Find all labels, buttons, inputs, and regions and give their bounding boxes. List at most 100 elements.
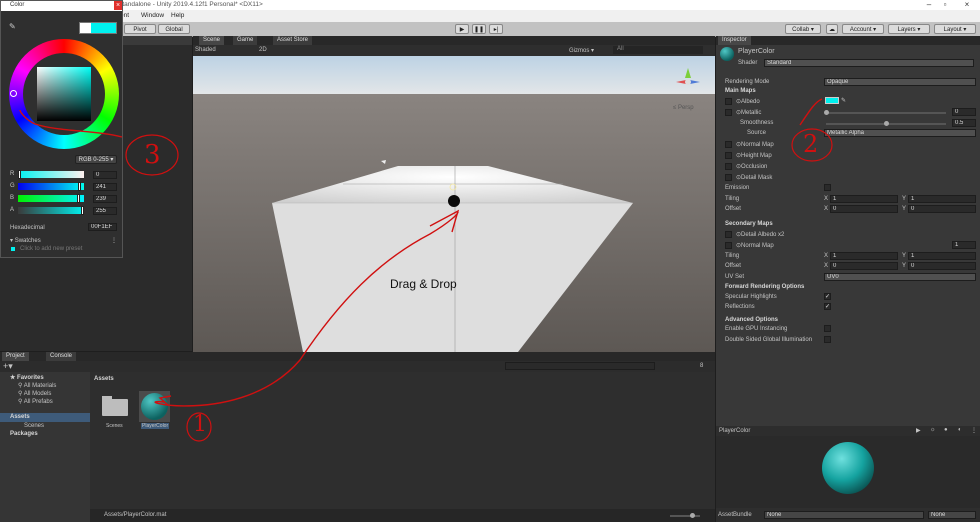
assetbundle-variant-dropdown[interactable]: None	[928, 511, 976, 519]
create-button[interactable]: +▾	[3, 361, 13, 372]
pivot-button[interactable]: Pivot	[124, 24, 156, 34]
tab-game[interactable]: Game	[233, 36, 258, 45]
emission-checkbox[interactable]	[824, 184, 831, 191]
metallic-texture-slot[interactable]	[725, 109, 732, 116]
preview-shape-icon[interactable]: ●	[944, 427, 948, 433]
tree-item-packages[interactable]: Packages	[10, 431, 38, 437]
swatch-preset[interactable]	[11, 247, 15, 251]
source-dropdown[interactable]: Metallic Alpha	[824, 129, 976, 137]
asset-breadcrumb[interactable]: Assets	[94, 376, 114, 382]
channel-slider-r[interactable]	[18, 171, 84, 178]
albedo-color-field[interactable]	[825, 97, 839, 104]
tree-item-scenes[interactable]: Scenes	[24, 423, 44, 429]
hidden-packages-count[interactable]: 8	[700, 363, 703, 369]
fav-all-models[interactable]: ⚲ All Models	[18, 390, 51, 397]
occlusion-slot[interactable]	[725, 163, 732, 170]
channel-slider-b[interactable]	[18, 195, 84, 202]
preview-play-icon[interactable]: ▶	[916, 427, 921, 434]
asset-playercolor[interactable]	[139, 391, 170, 422]
tiling2-x-field[interactable]: 1	[830, 252, 898, 260]
hexadecimal-input[interactable]: 00F1EF	[88, 223, 117, 231]
metallic-slider-handle[interactable]	[824, 110, 829, 115]
double-sided-gi-checkbox[interactable]	[824, 336, 831, 343]
channel-value-g[interactable]: 241	[93, 183, 117, 191]
hue-wheel[interactable]	[9, 39, 119, 149]
tab-project[interactable]: Project	[2, 352, 29, 361]
tab-asset-store[interactable]: Asset Store	[273, 36, 313, 45]
detail-albedo-slot[interactable]	[725, 231, 732, 238]
channel-slider-handle-b[interactable]	[77, 194, 80, 203]
layers-dropdown[interactable]: Layers ▾	[888, 24, 930, 34]
channel-value-r[interactable]: 0	[93, 171, 117, 179]
maximize-button[interactable]: ▫	[938, 0, 952, 10]
collab-button[interactable]: Collab ▾	[785, 24, 821, 34]
offset2-y-field[interactable]: 0	[908, 262, 976, 270]
minimize-button[interactable]: –	[922, 0, 936, 10]
scene-view[interactable]: Scene Game Asset Store Shaded 2D Gizmos …	[193, 36, 715, 352]
scene-search-input[interactable]: All	[613, 46, 703, 54]
icon-size-slider-handle[interactable]	[690, 513, 695, 518]
detail-mask-slot[interactable]	[725, 174, 732, 181]
close-icon[interactable]: ×	[114, 1, 122, 10]
smoothness-value[interactable]: 0.5	[952, 119, 976, 127]
tiling-x-field[interactable]: 1	[830, 195, 898, 203]
shading-dropdown[interactable]: Shaded	[195, 47, 216, 53]
height-map-slot[interactable]	[725, 152, 732, 159]
saturation-value-square[interactable]	[37, 67, 91, 121]
uv-set-dropdown[interactable]: UV0	[824, 273, 976, 281]
channel-slider-g[interactable]	[18, 183, 84, 190]
channel-slider-handle-a[interactable]	[81, 206, 84, 215]
channel-slider-handle-r[interactable]	[18, 170, 21, 179]
eyedropper-icon[interactable]: ✎	[841, 97, 846, 104]
pause-button[interactable]: ❚❚	[472, 24, 486, 34]
channel-slider-handle-g[interactable]	[78, 182, 81, 191]
step-button[interactable]: ▸|	[489, 24, 503, 34]
persp-label[interactable]: ≤ Persp	[673, 105, 694, 111]
swatches-menu-icon[interactable]: ⋮	[111, 237, 117, 244]
menu-item-window[interactable]: Window	[141, 12, 164, 19]
project-search-input[interactable]	[505, 362, 655, 370]
smoothness-slider-handle[interactable]	[884, 121, 889, 126]
preview-background-icon[interactable]: ◐	[958, 427, 962, 433]
layout-dropdown[interactable]: Layout ▾	[934, 24, 976, 34]
asset-scenes-folder[interactable]	[102, 396, 128, 416]
tree-item-assets[interactable]: Assets	[0, 413, 90, 422]
fav-all-prefabs[interactable]: ⚲ All Prefabs	[18, 398, 53, 405]
tab-console[interactable]: Console	[46, 352, 77, 361]
normal-map-slot[interactable]	[725, 141, 732, 148]
account-dropdown[interactable]: Account ▾	[842, 24, 884, 34]
offset-x-field[interactable]: 0	[830, 205, 898, 213]
gizmos-dropdown[interactable]: Gizmos ▾	[569, 47, 594, 54]
sphere-object[interactable]	[448, 195, 460, 207]
fav-all-materials[interactable]: ⚲ All Materials	[18, 382, 56, 389]
eyedropper-icon[interactable]: ✎	[9, 22, 16, 31]
shader-dropdown[interactable]: Standard	[764, 59, 974, 67]
albedo-texture-slot[interactable]	[725, 98, 732, 105]
hue-handle[interactable]	[10, 90, 17, 97]
gpu-instancing-checkbox[interactable]	[824, 325, 831, 332]
preview-light-icon[interactable]: ☼	[930, 427, 936, 433]
assetbundle-dropdown[interactable]: None	[764, 511, 924, 519]
close-window-button[interactable]: ×	[960, 0, 974, 10]
tiling2-y-field[interactable]: 1	[908, 252, 976, 260]
material-preview[interactable]	[716, 436, 980, 508]
2d-toggle[interactable]: 2D	[259, 47, 267, 53]
specular-highlights-checkbox[interactable]: ✓	[824, 293, 831, 300]
metallic-value[interactable]: 0	[952, 108, 976, 116]
tiling-y-field[interactable]: 1	[908, 195, 976, 203]
reflections-checkbox[interactable]: ✓	[824, 303, 831, 310]
color-mode-dropdown[interactable]: RGB 0-255 ▾	[75, 155, 117, 164]
tab-scene[interactable]: Scene	[199, 36, 225, 45]
normal-map2-scale[interactable]: 1	[952, 241, 976, 249]
metallic-slider[interactable]	[826, 112, 946, 114]
favorites-header[interactable]: ★ Favorites	[10, 374, 44, 381]
tab-inspector[interactable]: Inspector	[718, 36, 751, 45]
offset-y-field[interactable]: 0	[908, 205, 976, 213]
normal-map2-slot[interactable]	[725, 242, 732, 249]
global-button[interactable]: Global	[158, 24, 190, 34]
channel-value-b[interactable]: 239	[93, 195, 117, 203]
icon-size-slider[interactable]	[670, 515, 700, 517]
preview-menu-icon[interactable]: ⋮	[971, 427, 977, 434]
rendering-mode-dropdown[interactable]: Opaque	[824, 78, 976, 86]
channel-value-a[interactable]: 255	[93, 207, 117, 215]
